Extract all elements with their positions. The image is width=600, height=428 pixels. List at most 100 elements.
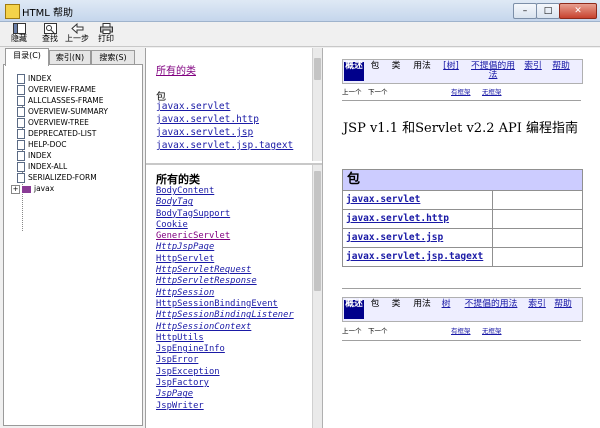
document-title: JSP v1.1 和Servlet v2.2 API 编程指南 <box>342 121 579 136</box>
scroll-thumb[interactable] <box>314 58 321 80</box>
class-link[interactable]: JspException <box>156 367 294 378</box>
nav-tabs: 目录(C) 索引(N) 搜索(S) <box>3 48 143 66</box>
title-bar: HTML 帮助 – □ ✕ <box>0 0 600 22</box>
find-label: 查找 <box>42 34 58 43</box>
class-link[interactable]: HttpSessionBindingListener <box>156 310 294 321</box>
class-link[interactable]: JspPage <box>156 389 294 400</box>
tree-item[interactable]: HELP-DOC <box>17 140 67 150</box>
frames-link[interactable]: 有框架 <box>451 325 471 335</box>
class-link[interactable]: HttpSessionBindingEvent <box>156 299 294 310</box>
nav-deprecated-link[interactable]: 不提倡的用法 <box>471 62 515 80</box>
find-icon <box>43 23 57 34</box>
back-arrow-icon <box>70 23 83 34</box>
class-link[interactable]: HttpJspPage <box>156 242 294 253</box>
class-link[interactable]: HttpUtils <box>156 333 294 344</box>
class-link[interactable]: GenericServlet <box>156 231 294 242</box>
tree-item[interactable]: DEPRECATED-LIST <box>17 129 96 139</box>
package-link[interactable]: javax.servlet.jsp <box>156 126 293 139</box>
class-link[interactable]: BodyTagSupport <box>156 209 294 220</box>
nav-help-link[interactable]: 帮助 <box>553 300 573 309</box>
tree-item[interactable]: INDEX <box>17 74 51 84</box>
close-button[interactable]: ✕ <box>559 3 597 19</box>
classes-scrollbar[interactable] <box>312 165 322 428</box>
tree-item[interactable]: INDEX-ALL <box>17 162 67 172</box>
noframes-link[interactable]: 无框架 <box>482 325 502 335</box>
tree-item[interactable]: SERIALIZED-FORM <box>17 173 97 183</box>
nav-package: 包 <box>370 61 380 71</box>
table-cell-divider <box>492 248 493 266</box>
class-link[interactable]: BodyTag <box>156 197 294 208</box>
all-classes-title: 所有的类 <box>156 173 200 186</box>
table-row: javax.servlet.http <box>343 210 582 229</box>
toolbar: 隐藏 查找 上一步 打印 <box>0 22 600 47</box>
tree-item[interactable]: OVERVIEW-TREE <box>17 118 89 128</box>
page-icon <box>17 107 25 117</box>
back-button[interactable]: 上一步 <box>62 23 92 46</box>
frames-link[interactable]: 有框架 <box>451 86 471 96</box>
scroll-thumb[interactable] <box>314 171 321 291</box>
table-row: javax.servlet.jsp <box>343 229 582 248</box>
package-link[interactable]: javax.servlet <box>156 100 293 113</box>
page-icon <box>17 118 25 128</box>
nav-tree-link[interactable]: 树 <box>439 300 453 309</box>
content-area: 所有的类 包 javax.servlet javax.servlet.http … <box>145 48 600 428</box>
package-link[interactable]: javax.servlet.http <box>156 113 293 126</box>
tree-item[interactable]: ALLCLASSES-FRAME <box>17 96 104 106</box>
hide-icon <box>12 23 26 34</box>
package-link[interactable]: javax.servlet <box>346 194 420 205</box>
prev-label: 上一个 <box>342 327 362 335</box>
top-navbar: 概述 包 类 用法 [树] 不提倡的用法 索引 帮助 <box>342 59 583 84</box>
tab-index[interactable]: 索引(N) <box>49 50 91 65</box>
class-link[interactable]: JspEngineInfo <box>156 344 294 355</box>
nav-overview[interactable]: 概述 <box>344 62 364 81</box>
navigation-pane: 目录(C) 索引(N) 搜索(S) INDEX OVERVIEW-FRAME A… <box>3 48 143 426</box>
hide-button[interactable]: 隐藏 <box>4 23 34 46</box>
package-link[interactable]: javax.servlet.jsp <box>346 232 443 243</box>
class-link[interactable]: JspWriter <box>156 401 294 412</box>
class-link[interactable]: JspFactory <box>156 378 294 389</box>
class-link[interactable]: Cookie <box>156 220 294 231</box>
class-link[interactable]: BodyContent <box>156 186 294 197</box>
all-classes-link[interactable]: 所有的类 <box>156 62 196 77</box>
class-link[interactable]: JspError <box>156 355 294 366</box>
contents-tree: INDEX OVERVIEW-FRAME ALLCLASSES-FRAME OV… <box>3 64 143 426</box>
class-link[interactable]: HttpServletResponse <box>156 276 294 287</box>
tab-contents[interactable]: 目录(C) <box>5 48 49 66</box>
nav-overview[interactable]: 概述 <box>344 300 364 319</box>
tree-item[interactable]: OVERVIEW-SUMMARY <box>17 107 108 117</box>
class-link[interactable]: HttpSessionContext <box>156 322 294 333</box>
expand-icon[interactable]: + <box>11 184 20 194</box>
print-button[interactable]: 打印 <box>91 23 121 46</box>
package-link[interactable]: javax.servlet.jsp.tagext <box>156 139 293 152</box>
table-cell-divider <box>492 210 493 228</box>
nav-index-link[interactable]: 索引 <box>523 62 543 71</box>
nav-package: 包 <box>370 299 380 309</box>
class-link[interactable]: HttpServletRequest <box>156 265 294 276</box>
overview-frame: 所有的类 包 javax.servlet javax.servlet.http … <box>146 48 322 165</box>
tree-folder-javax[interactable]: + javax <box>11 184 54 194</box>
class-link[interactable]: HttpServlet <box>156 254 294 265</box>
nav-tree-link[interactable]: [树] <box>439 62 463 71</box>
table-row: javax.servlet.jsp.tagext <box>343 248 582 266</box>
find-button[interactable]: 查找 <box>35 23 65 46</box>
package-link[interactable]: javax.servlet.jsp.tagext <box>346 251 483 262</box>
page-icon <box>17 85 25 95</box>
overview-scrollbar[interactable] <box>312 48 322 161</box>
tree-item[interactable]: INDEX <box>17 151 51 161</box>
class-link[interactable]: HttpSession <box>156 288 294 299</box>
help-app-icon <box>5 4 20 19</box>
table-header: 包 <box>343 170 582 191</box>
maximize-button[interactable]: □ <box>536 3 560 19</box>
tree-item[interactable]: OVERVIEW-FRAME <box>17 85 96 95</box>
bottom-navbar: 概述 包 类 用法 树 不提倡的用法 索引 帮助 <box>342 297 583 322</box>
page-icon <box>17 96 25 106</box>
nav-index-link[interactable]: 索引 <box>527 300 547 309</box>
nav-help-link[interactable]: 帮助 <box>551 62 571 71</box>
noframes-link[interactable]: 无框架 <box>482 86 502 96</box>
tab-search[interactable]: 搜索(S) <box>91 50 135 65</box>
package-link[interactable]: javax.servlet.http <box>346 213 449 224</box>
nav-deprecated-link[interactable]: 不提倡的用法 <box>461 300 521 309</box>
nav-class: 类 <box>391 299 401 309</box>
page-icon <box>17 140 25 150</box>
minimize-button[interactable]: – <box>513 3 537 19</box>
